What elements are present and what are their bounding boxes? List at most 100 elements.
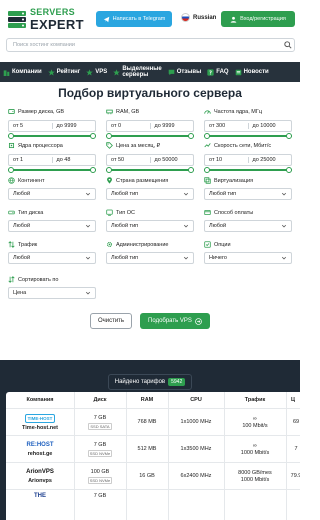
slider-handle-min[interactable] (204, 167, 210, 173)
company-cell[interactable]: RE:HOST rehost.ge (6, 436, 74, 463)
chevron-down-icon (183, 224, 189, 228)
nav-label: Отзывы (176, 69, 202, 75)
cores-range-input[interactable]: от 1 до 48 (8, 154, 96, 166)
column-header-disk[interactable]: Диск (74, 392, 126, 408)
column-header-ram[interactable]: RAM (126, 392, 168, 408)
admin-select[interactable]: Любой тип (106, 252, 194, 264)
logo-text-bottom[interactable]: EXPERT (30, 17, 84, 32)
company-name[interactable]: rehost.ge (28, 451, 53, 458)
company-logo[interactable]: THE (34, 493, 46, 500)
freq-from[interactable]: от 300 (205, 123, 248, 129)
logo-text-top[interactable]: SERVERS (30, 7, 75, 17)
ram-range-input[interactable]: от 0 до 9999 (106, 120, 194, 132)
freq-slider[interactable] (204, 133, 292, 139)
price-slider[interactable] (106, 167, 194, 173)
nav-item-vps[interactable]: VPS (83, 68, 110, 76)
speed-range-input[interactable]: от 10 до 25000 (204, 154, 292, 166)
cores-from[interactable]: от 1 (9, 157, 52, 163)
company-cell[interactable]: THE (6, 490, 74, 517)
svg-text:?: ? (209, 70, 212, 75)
table-row[interactable]: ArionVPS Arionvps 100 GB SSD NVMe 16 GB … (6, 462, 300, 489)
filter-label-text: Континент (18, 177, 45, 184)
continent-select[interactable]: Любой (8, 188, 96, 200)
table-row[interactable]: THE 7 GB (6, 489, 300, 516)
filter-label-disk: Размер диска, GB (8, 108, 64, 115)
country-select[interactable]: Любой тип (106, 188, 194, 200)
cores-to[interactable]: до 48 (51, 157, 96, 163)
filter-label-text: Способ оплаты (214, 209, 254, 216)
disk-from[interactable]: от 5 (9, 123, 52, 129)
options-select[interactable]: Ничего (204, 252, 292, 264)
search-icon[interactable] (284, 41, 292, 49)
payment-select[interactable]: Любой (204, 220, 292, 232)
disk-range-input[interactable]: от 5 до 9999 (8, 120, 96, 132)
slider-handle-min[interactable] (204, 133, 210, 139)
login-button[interactable]: Вход/регистрация (221, 11, 295, 27)
freq-range-input[interactable]: от 300 до 10000 (204, 120, 292, 132)
disk-slider[interactable] (8, 133, 96, 139)
filter-label-cores: Ядра процессора (8, 142, 63, 149)
speed-slider[interactable] (204, 167, 292, 173)
ram-to[interactable]: до 9999 (149, 123, 194, 129)
slider-handle-max[interactable] (90, 133, 96, 139)
virtualization-select[interactable]: Любой тип (204, 188, 292, 200)
slider-handle-max[interactable] (90, 167, 96, 173)
company-name[interactable]: Arionvps (28, 478, 52, 485)
filter-label-text: Скорость сети, Мбит/с (214, 142, 272, 149)
nav-item-reviews[interactable]: Отзывы (165, 69, 205, 76)
price-range-input[interactable]: от 50 до 50000 (106, 154, 194, 166)
ram-from[interactable]: от 0 (107, 123, 150, 129)
company-cell[interactable]: TIME-HOST Time-host.net (6, 409, 74, 436)
slider-handle-min[interactable] (106, 133, 112, 139)
sort-select[interactable]: Цена (8, 287, 96, 299)
column-header-price[interactable]: Ц (286, 392, 300, 408)
arionvps-logo[interactable]: ArionVPS (26, 469, 54, 476)
telegram-button[interactable]: Написать в Telegram (96, 11, 172, 27)
slider-handle-max[interactable] (188, 133, 194, 139)
table-row[interactable]: RE:HOST rehost.ge 7 GB SSD NVMe 512 MB 1… (6, 435, 300, 462)
chevron-down-icon (85, 192, 91, 196)
nav-item-news[interactable]: Новости (232, 69, 272, 76)
traffic-select[interactable]: Любой (8, 252, 96, 264)
column-header-company[interactable]: Компания (6, 392, 74, 408)
slider-handle-max[interactable] (188, 167, 194, 173)
company-name[interactable]: Time-host.net (22, 425, 58, 432)
find-vps-button[interactable]: Подобрать VPS (140, 313, 210, 329)
column-header-cpu[interactable]: CPU (168, 392, 224, 408)
speed-to[interactable]: до 25000 (247, 157, 292, 163)
logo-server-icon[interactable] (6, 8, 28, 30)
traffic-amount: 8000 GB/mes (238, 469, 272, 476)
freq-to[interactable]: до 10000 (247, 123, 292, 129)
nav-item-rating[interactable]: Рейтинг (45, 68, 84, 76)
table-row[interactable]: TIME-HOST Time-host.net 7 GB SSD SATA 76… (6, 408, 300, 435)
price-to[interactable]: до 50000 (149, 157, 194, 163)
nav-item-companies[interactable]: Компании (0, 69, 45, 76)
slider-handle-max[interactable] (286, 167, 292, 173)
site-header: SERVERS EXPERT Написать в Telegram Russi… (0, 0, 300, 62)
price-from[interactable]: от 50 (107, 157, 150, 163)
company-cell[interactable]: ArionVPS Arionvps (6, 463, 74, 490)
traffic-arrows-icon (8, 241, 15, 248)
time-host-logo[interactable]: TIME-HOST (24, 413, 56, 423)
ram-cell: 768 MB (137, 419, 157, 425)
speed-from[interactable]: от 10 (205, 157, 248, 163)
ram-slider[interactable] (106, 133, 194, 139)
title-row: Подбор виртуального сервера (0, 82, 300, 104)
cores-slider[interactable] (8, 167, 96, 173)
traffic-speed: 1000 Mbit/s (240, 449, 270, 456)
nav-item-faq[interactable]: ? FAQ (204, 68, 231, 76)
slider-handle-min[interactable] (106, 167, 112, 173)
slider-handle-max[interactable] (286, 133, 292, 139)
slider-handle-min[interactable] (8, 167, 14, 173)
slider-handle-min[interactable] (8, 133, 14, 139)
clear-label: Очистить (97, 318, 125, 324)
nav-item-dedicated[interactable]: Выделенные серверы (110, 66, 164, 78)
rehost-logo[interactable]: RE:HOST (27, 442, 54, 449)
disk-type-select[interactable]: Любой (8, 220, 96, 232)
language-selector[interactable]: Russian (181, 13, 216, 22)
search-input[interactable] (6, 38, 295, 52)
disk-to[interactable]: до 9999 (51, 123, 96, 129)
os-type-select[interactable]: Любой тип (106, 220, 194, 232)
clear-button[interactable]: Очистить (90, 313, 132, 329)
column-header-traffic[interactable]: Трафик (224, 392, 286, 408)
